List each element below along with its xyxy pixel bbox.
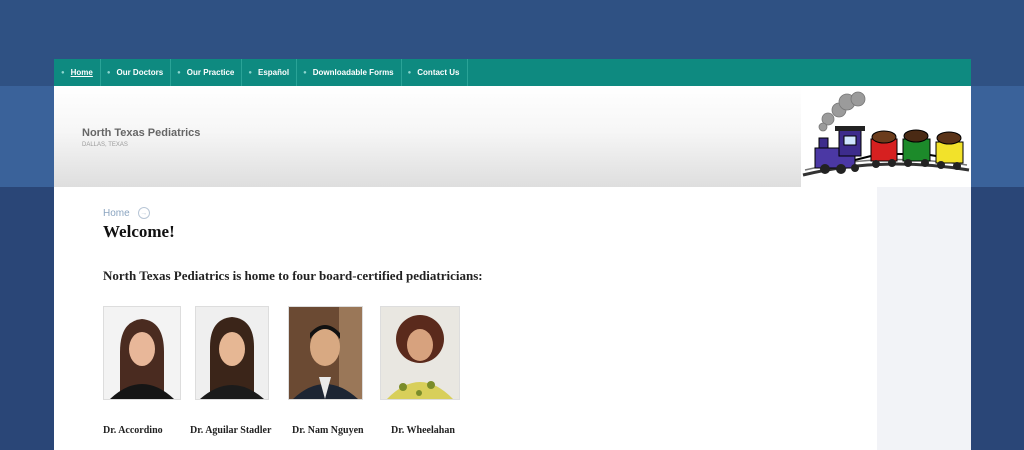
arrow-circle-icon: →: [137, 207, 150, 219]
nav-item-our-doctors[interactable]: ● Our Doctors: [101, 59, 172, 86]
doctor-portrait: [289, 307, 362, 399]
site-title[interactable]: North Texas Pediatrics: [82, 127, 200, 139]
doctor-photo-accordino[interactable]: [103, 306, 181, 400]
train-illustration: [802, 91, 970, 177]
site-subtitle: DALLAS, TEXAS: [82, 142, 128, 148]
nav-label: Downloadable Forms: [312, 68, 394, 77]
main-nav: ● Home ● Our Doctors ● Our Practice ● Es…: [54, 59, 971, 86]
doctor-photo-nam-nguyen[interactable]: [288, 306, 363, 400]
doctor-portrait: [104, 307, 180, 399]
intro-text: North Texas Pediatrics is home to four b…: [103, 268, 483, 283]
doctor-portrait: [196, 307, 268, 399]
doctor-portrait: [381, 307, 459, 399]
site-header: North Texas Pediatrics DALLAS, TEXAS: [54, 86, 971, 187]
doctor-photo-aguilar-stadler[interactable]: [195, 306, 269, 400]
train-logo[interactable]: [801, 86, 971, 187]
breadcrumb-home-link[interactable]: Home: [103, 208, 130, 219]
nav-label: Español: [257, 68, 290, 77]
page-title: Welcome!: [103, 222, 175, 241]
nav-item-our-practice[interactable]: ● Our Practice: [171, 59, 243, 86]
nav-item-espanol[interactable]: ● Español: [242, 59, 298, 86]
doctor-photo-wheelahan[interactable]: [380, 306, 460, 400]
doctor-name[interactable]: Dr. Aguilar Stadler: [190, 425, 271, 436]
nav-item-contact-us[interactable]: ● Contact Us: [402, 59, 468, 86]
bullet-icon: ●: [61, 69, 65, 76]
breadcrumb: Home →: [103, 207, 150, 219]
doctor-name[interactable]: Dr. Nam Nguyen: [292, 425, 364, 436]
bullet-icon: ●: [106, 69, 111, 76]
doctor-name[interactable]: Dr. Wheelahan: [391, 425, 455, 436]
page-container: ● Home ● Our Doctors ● Our Practice ● Es…: [54, 59, 971, 450]
bullet-icon: ●: [177, 69, 181, 76]
nav-item-downloadable-forms[interactable]: ● Downloadable Forms: [297, 59, 402, 86]
bullet-icon: ●: [407, 69, 412, 76]
nav-label: Our Doctors: [116, 68, 164, 77]
bullet-icon: ●: [248, 69, 252, 76]
doctor-name[interactable]: Dr. Accordino: [103, 425, 163, 436]
sidebar: [877, 187, 971, 450]
bullet-icon: ●: [303, 69, 307, 76]
nav-label: Contact Us: [417, 68, 460, 77]
nav-label: Home: [70, 68, 93, 77]
nav-item-home[interactable]: ● Home: [54, 59, 101, 86]
main-content: Home → Welcome! North Texas Pediatrics i…: [54, 187, 877, 450]
nav-label: Our Practice: [186, 68, 235, 77]
